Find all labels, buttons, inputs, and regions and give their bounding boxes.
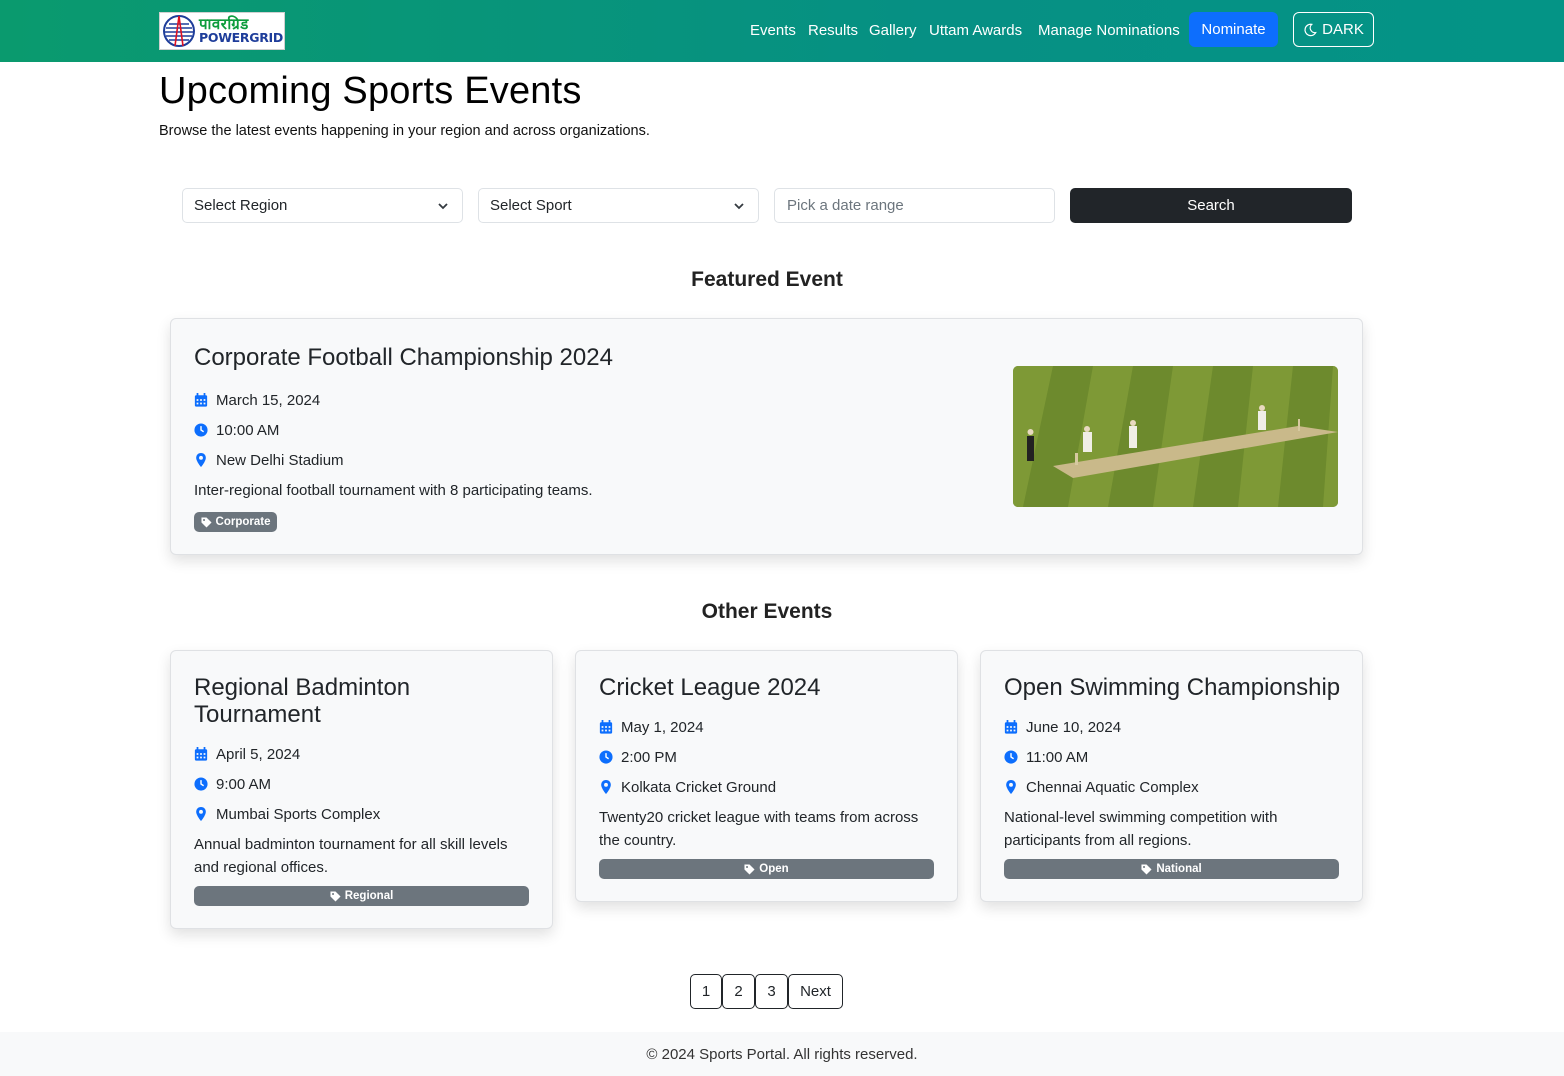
calendar-icon (599, 720, 613, 734)
tag-icon (744, 863, 755, 875)
search-button[interactable]: Search (1070, 188, 1352, 223)
map-pin-icon (196, 807, 206, 821)
clock-icon (194, 777, 208, 791)
event-description: Inter-regional football tournament with … (194, 482, 593, 499)
featured-event-title: Corporate Football Championship 2024 (194, 344, 613, 371)
event-badge: National (1004, 859, 1339, 879)
nav-link-events[interactable]: Events (750, 22, 796, 39)
event-card[interactable]: Open Swimming Championship June 10, 2024… (980, 650, 1363, 902)
event-card[interactable]: Regional Badminton Tournament April 5, 2… (170, 650, 553, 929)
event-description: Annual badminton tournament for all skil… (194, 836, 508, 876)
map-pin-icon (196, 453, 206, 467)
page-title: Upcoming Sports Events (159, 70, 582, 112)
nominate-button[interactable]: Nominate (1189, 12, 1278, 47)
date-range-placeholder: Pick a date range (787, 197, 904, 214)
event-location: Kolkata Cricket Ground (599, 772, 935, 802)
moon-icon (1304, 23, 1317, 36)
event-location: New Delhi Stadium (194, 445, 593, 475)
event-location: Chennai Aquatic Complex (1004, 772, 1340, 802)
footer: © 2024 Sports Portal. All rights reserve… (0, 1032, 1564, 1076)
region-select-value: Select Region (194, 197, 288, 214)
other-events-section-title: Other Events (701, 600, 833, 623)
event-badge: Corporate (194, 512, 277, 532)
event-date-text: April 5, 2024 (216, 745, 301, 763)
event-description: National-level swimming competition with… (1004, 809, 1278, 849)
chevron-down-icon (438, 203, 448, 210)
event-date: May 1, 2024 (599, 712, 935, 742)
navbar: पावरग्रिड POWERGRID Events Results Galle… (0, 0, 1564, 62)
region-select[interactable]: Select Region (182, 188, 463, 223)
footer-copyright: © 2024 Sports Portal. All rights reserve… (646, 1045, 918, 1063)
sport-select-value: Select Sport (490, 197, 572, 214)
event-time: 10:00 AM (194, 415, 593, 445)
event-badge-label: Regional (344, 890, 394, 902)
nav-link-results[interactable]: Results (808, 22, 858, 39)
nav-link-gallery[interactable]: Gallery (869, 22, 917, 39)
cricket-match-image (1013, 366, 1338, 507)
theme-toggle-label: DARK (1322, 21, 1364, 38)
tag-icon (330, 890, 341, 902)
page-subtitle: Browse the latest events happening in yo… (159, 123, 650, 139)
clock-icon (599, 750, 613, 764)
map-pin-icon (1006, 780, 1016, 794)
calendar-icon (1004, 720, 1018, 734)
event-time: 11:00 AM (1004, 742, 1340, 772)
event-badge-label: National (1156, 863, 1202, 875)
event-title: Open Swimming Championship (1004, 674, 1341, 701)
event-badge-label: Open (759, 863, 789, 875)
event-date: April 5, 2024 (194, 739, 530, 769)
date-range-input[interactable]: Pick a date range (774, 188, 1055, 223)
pagination-page-3[interactable]: 3 (755, 974, 788, 1009)
event-time-text: 11:00 AM (1026, 748, 1089, 766)
theme-toggle-button[interactable]: DARK (1293, 12, 1374, 47)
event-title: Cricket League 2024 (599, 674, 821, 701)
calendar-icon (194, 393, 208, 407)
event-date-text: March 15, 2024 (216, 391, 321, 409)
nav-link-uttam-awards[interactable]: Uttam Awards (929, 22, 1022, 39)
tag-icon (1141, 863, 1152, 875)
event-location: Mumbai Sports Complex (194, 799, 530, 829)
event-time-text: 2:00 PM (621, 748, 677, 766)
clock-icon (1004, 750, 1018, 764)
powergrid-emblem-icon (163, 15, 195, 47)
event-time-text: 10:00 AM (216, 421, 280, 439)
event-date-text: May 1, 2024 (621, 718, 704, 736)
event-badge: Regional (194, 886, 529, 906)
event-description: Twenty20 cricket league with teams from … (599, 809, 919, 849)
event-location-text: New Delhi Stadium (216, 451, 344, 469)
sport-select[interactable]: Select Sport (478, 188, 759, 223)
event-location-text: Mumbai Sports Complex (216, 805, 381, 823)
event-date: June 10, 2024 (1004, 712, 1340, 742)
event-location-text: Kolkata Cricket Ground (621, 778, 777, 796)
pagination-page-2[interactable]: 2 (722, 974, 755, 1009)
powergrid-logo[interactable]: पावरग्रिड POWERGRID (159, 12, 285, 50)
calendar-icon (194, 747, 208, 761)
pagination-next-button[interactable]: Next (788, 974, 843, 1009)
logo-english-text: POWERGRID (199, 30, 283, 46)
event-location-text: Chennai Aquatic Complex (1026, 778, 1199, 796)
featured-section-title: Featured Event (691, 268, 843, 291)
event-date: March 15, 2024 (194, 385, 593, 415)
tag-icon (200, 516, 212, 528)
event-badge-label: Corporate (215, 516, 271, 528)
event-card[interactable]: Cricket League 2024 May 1, 2024 2:00 PM … (575, 650, 958, 902)
pagination-page-1[interactable]: 1 (690, 974, 722, 1009)
chevron-down-icon (734, 203, 744, 210)
event-time: 2:00 PM (599, 742, 935, 772)
event-badge: Open (599, 859, 934, 879)
event-time: 9:00 AM (194, 769, 530, 799)
event-date-text: June 10, 2024 (1026, 718, 1122, 736)
map-pin-icon (601, 780, 611, 794)
clock-icon (194, 423, 208, 437)
event-title: Regional Badminton Tournament (194, 674, 411, 728)
nav-link-manage-nominations[interactable]: Manage Nominations (1038, 22, 1180, 39)
featured-event-image (1013, 366, 1338, 507)
featured-event-card[interactable]: Corporate Football Championship 2024 Mar… (170, 318, 1363, 555)
event-time-text: 9:00 AM (216, 775, 272, 793)
